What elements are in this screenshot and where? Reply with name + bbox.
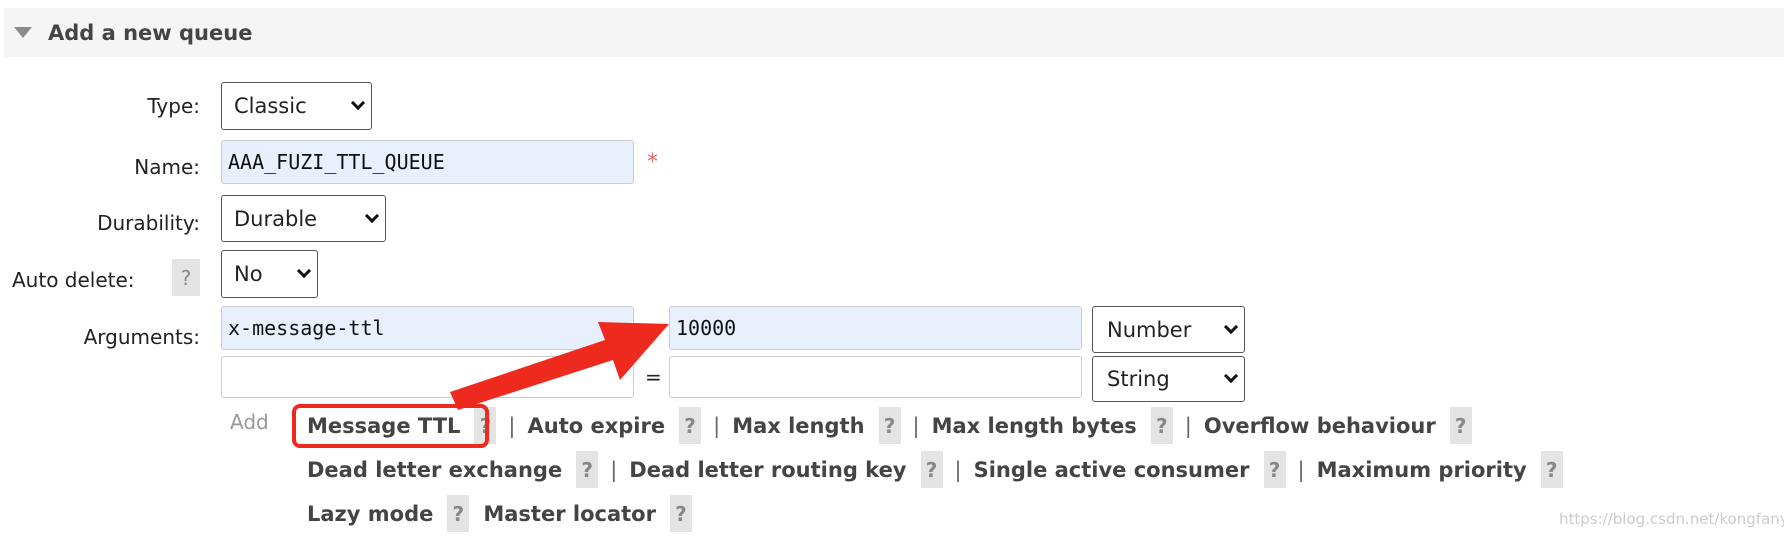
arrow-shape <box>450 322 669 410</box>
annotation-arrow <box>450 322 669 410</box>
watermark: https://blog.csdn.net/kongfanyu <box>1559 510 1784 528</box>
